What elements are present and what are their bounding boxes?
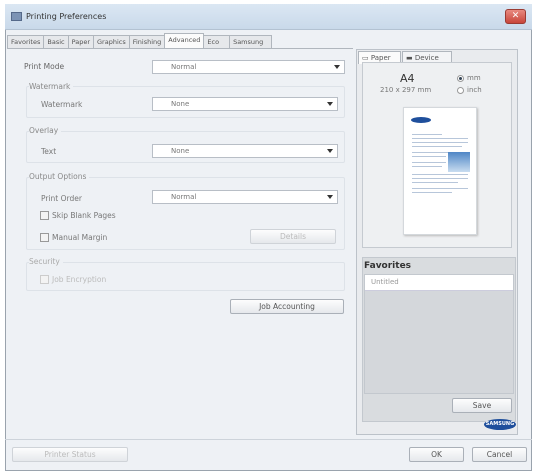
close-button[interactable]: ✕ xyxy=(505,9,526,24)
favorites-list xyxy=(364,274,514,394)
job-accounting-button[interactable]: Job Accounting xyxy=(230,299,344,314)
chevron-down-icon xyxy=(327,102,333,106)
printer-icon xyxy=(11,12,22,21)
unit-mm-label: mm xyxy=(467,74,481,82)
tab-divider xyxy=(7,48,353,49)
unit-mm-radio[interactable] xyxy=(457,75,464,82)
watermark-section-title: Watermark xyxy=(29,82,74,91)
tab-favorites[interactable]: Favorites xyxy=(7,35,45,48)
printer-status-button[interactable]: Printer Status xyxy=(12,447,128,462)
print-order-value: Normal xyxy=(171,193,197,201)
device-tab-icon: ▬ xyxy=(406,54,415,62)
ok-button[interactable]: OK xyxy=(409,447,464,462)
manual-margin-checkbox[interactable] xyxy=(40,233,49,242)
overlay-value: None xyxy=(171,147,190,155)
tab-eco[interactable]: Eco xyxy=(203,35,231,48)
window-title: Printing Preferences xyxy=(26,12,107,21)
print-mode-value: Normal xyxy=(171,63,197,71)
skip-blank-pages-label: Skip Blank Pages xyxy=(52,211,116,220)
tab-advanced[interactable]: Advanced xyxy=(164,33,205,48)
output-options-section-title: Output Options xyxy=(29,172,90,181)
chevron-down-icon xyxy=(334,65,340,69)
overlay-section-title: Overlay xyxy=(29,126,62,135)
favorites-item-untitled[interactable]: Untitled xyxy=(365,275,513,291)
job-encryption-label: Job Encryption xyxy=(52,275,107,284)
skip-blank-pages-checkbox[interactable] xyxy=(40,211,49,220)
watermark-select[interactable]: None xyxy=(152,97,338,111)
unit-inch-label: inch xyxy=(467,86,482,94)
cancel-button[interactable]: Cancel xyxy=(472,447,527,462)
print-order-label: Print Order xyxy=(41,194,82,203)
overlay-text-label: Text xyxy=(41,147,57,156)
details-button[interactable]: Details xyxy=(250,229,336,244)
chevron-down-icon xyxy=(327,195,333,199)
page-thumbnail xyxy=(403,107,477,235)
chevron-down-icon xyxy=(327,149,333,153)
tab-paper[interactable]: Paper xyxy=(67,35,95,48)
print-order-select[interactable]: Normal xyxy=(152,190,338,204)
title-bar: Printing Preferences ✕ xyxy=(5,4,532,30)
manual-margin-label: Manual Margin xyxy=(52,233,108,242)
samsung-logo-small xyxy=(411,117,431,123)
tab-finishing[interactable]: Finishing xyxy=(128,35,166,48)
sky-image xyxy=(448,152,470,172)
tab-strip: Favorites Basic Paper Graphics Finishing… xyxy=(7,33,273,48)
overlay-select[interactable]: None xyxy=(152,144,338,158)
print-mode-select[interactable]: Normal xyxy=(152,60,345,74)
samsung-logo: SAMSUNG xyxy=(484,419,516,430)
save-button[interactable]: Save xyxy=(452,398,512,413)
tab-graphics[interactable]: Graphics xyxy=(93,35,130,48)
tab-basic[interactable]: Basic xyxy=(43,35,69,48)
job-encryption-checkbox[interactable] xyxy=(40,275,49,284)
paper-size-label: A4 xyxy=(400,72,415,85)
favorites-title: Favorites xyxy=(364,261,412,271)
tab-samsung[interactable]: Samsung xyxy=(229,35,273,48)
security-section-title: Security xyxy=(29,257,63,266)
watermark-value: None xyxy=(171,100,190,108)
unit-inch-radio[interactable] xyxy=(457,87,464,94)
paper-dimensions: 210 x 297 mm xyxy=(380,86,432,94)
watermark-label: Watermark xyxy=(41,100,83,109)
paper-tab-icon: ▭ xyxy=(362,54,371,62)
footer-divider xyxy=(5,439,532,440)
print-mode-label: Print Mode xyxy=(24,62,65,71)
